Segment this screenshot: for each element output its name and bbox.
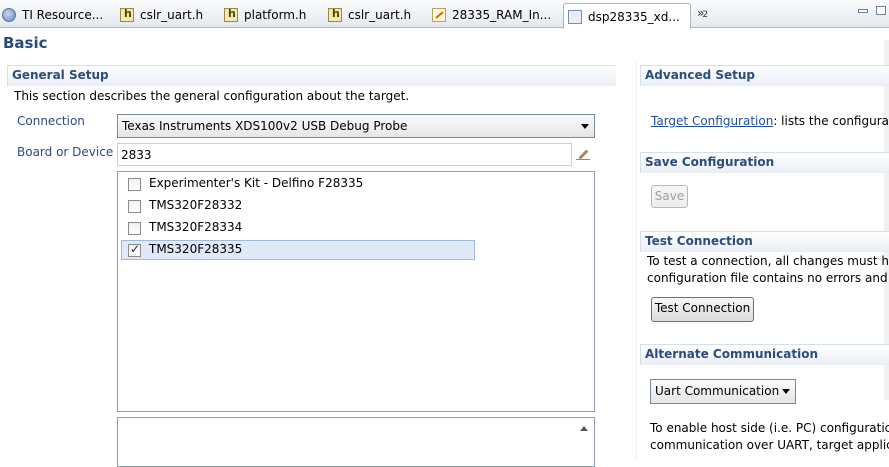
section-title: Test Connection xyxy=(645,234,753,248)
tab-ti-resource[interactable]: TI Resource... xyxy=(2,2,112,27)
globe-icon xyxy=(2,7,16,22)
device-checkbox[interactable] xyxy=(128,178,141,191)
device-checkbox[interactable] xyxy=(128,200,141,213)
connection-value: Texas Instruments XDS100v2 USB Debug Pro… xyxy=(122,119,408,133)
clear-edit-icon[interactable] xyxy=(576,147,590,161)
device-label: TMS320F28332 xyxy=(149,198,243,212)
maximize-icon[interactable] xyxy=(876,6,886,15)
board-filter-input[interactable]: 2833 xyxy=(117,143,572,166)
board-or-device-label: Board or Device xyxy=(17,145,114,159)
advanced-setup-text: Target Configuration: lists the configur… xyxy=(651,114,889,128)
device-checkbox[interactable] xyxy=(128,222,141,235)
save-configuration-header[interactable]: Save Configuration xyxy=(640,152,889,173)
section-title: General Setup xyxy=(12,68,109,82)
tab-label: TI Resource... xyxy=(22,7,104,22)
alternate-communication-select[interactable]: Uart Communication xyxy=(650,379,796,404)
target-config-icon xyxy=(568,9,582,24)
editor-tab-bar: TI Resource... cslr_uart.h platform.h cs… xyxy=(0,0,889,29)
chevron-down-icon xyxy=(581,124,589,129)
test-connection-text-2: configuration file contains no errors an… xyxy=(647,271,888,285)
tab-label: cslr_uart.h xyxy=(348,7,412,22)
list-item[interactable]: TMS320F28332 xyxy=(121,196,475,216)
list-item[interactable]: Experimenter's Kit - Delfino F28335 xyxy=(121,174,475,194)
tab-label: platform.h xyxy=(244,7,307,22)
scroll-up-icon[interactable] xyxy=(580,426,588,431)
save-button[interactable]: Save xyxy=(651,185,688,208)
general-setup-description: This section describes the general confi… xyxy=(14,89,410,103)
list-item[interactable]: TMS320F28334 xyxy=(121,218,475,238)
target-configuration-link[interactable]: Target Configuration xyxy=(651,114,773,128)
connection-select[interactable]: Texas Instruments XDS100v2 USB Debug Pro… xyxy=(117,114,595,138)
tab-label: 28335_RAM_In... xyxy=(452,7,552,22)
tab-label: cslr_uart.h xyxy=(140,7,204,22)
close-icon[interactable]: ⊠ xyxy=(690,9,691,24)
header-file-icon xyxy=(328,7,342,22)
connection-label: Connection xyxy=(17,114,85,128)
device-list[interactable]: Experimenter's Kit - Delfino F28335 TMS3… xyxy=(117,171,595,412)
tab-overflow-button[interactable]: »2 xyxy=(697,6,708,20)
general-setup-header[interactable]: General Setup xyxy=(7,65,616,86)
tab-label: dsp28335_xd... xyxy=(588,9,680,24)
tab-cslr-uart-h-2[interactable]: cslr_uart.h xyxy=(328,2,426,27)
minimize-icon[interactable] xyxy=(858,9,868,13)
column-divider xyxy=(636,60,637,459)
section-title: Alternate Communication xyxy=(645,347,818,361)
header-file-icon xyxy=(224,7,238,22)
tab-dsp28335-target-config[interactable]: dsp28335_xd... ⊠ xyxy=(563,3,691,29)
tab-overflow-count: 2 xyxy=(702,10,709,20)
chevron-down-icon xyxy=(782,389,790,394)
section-title: Save Configuration xyxy=(645,155,775,169)
test-connection-button[interactable]: Test Connection xyxy=(651,297,754,322)
device-checkbox-checked[interactable] xyxy=(128,242,141,257)
tab-cslr-uart-h[interactable]: cslr_uart.h xyxy=(120,2,218,27)
device-label: TMS320F28334 xyxy=(149,220,243,234)
linker-cmd-file-icon xyxy=(432,7,446,22)
tab-platform-h[interactable]: platform.h xyxy=(224,2,320,27)
device-details-box xyxy=(117,417,595,467)
section-title: Advanced Setup xyxy=(645,68,756,82)
test-connection-header[interactable]: Test Connection xyxy=(640,231,889,252)
header-file-icon xyxy=(120,7,134,22)
board-filter-value: 2833 xyxy=(121,148,152,162)
list-item-selected[interactable]: TMS320F28335 xyxy=(121,240,475,260)
advanced-setup-header[interactable]: Advanced Setup xyxy=(640,65,889,86)
advanced-setup-suffix: : lists the configura xyxy=(773,114,889,128)
tab-28335-ram-linker[interactable]: 28335_RAM_In... xyxy=(432,2,558,27)
alternate-communication-text-2: communication over UART, target applic xyxy=(650,438,889,452)
page-title: Basic xyxy=(3,34,48,52)
alternate-communication-header[interactable]: Alternate Communication xyxy=(640,344,889,365)
device-label: TMS320F28335 xyxy=(149,242,243,256)
alternate-communication-value: Uart Communication xyxy=(655,384,780,398)
test-connection-text-1: To test a connection, all changes must h… xyxy=(647,254,889,268)
alternate-communication-text-1: To enable host side (i.e. PC) configurat… xyxy=(650,421,889,435)
device-label: Experimenter's Kit - Delfino F28335 xyxy=(149,176,364,190)
